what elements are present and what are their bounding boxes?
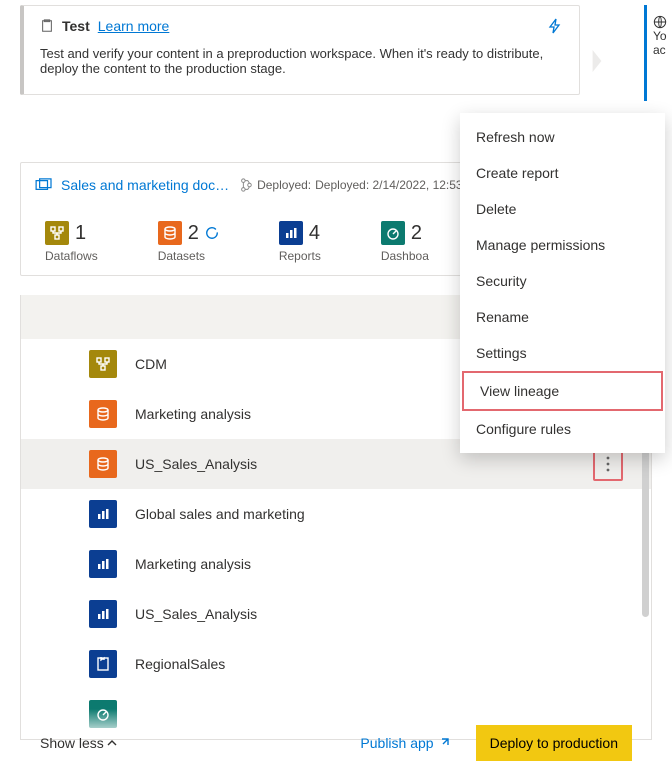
dataset-icon: [158, 221, 182, 245]
item-type-icon: [89, 650, 117, 678]
item-type-icon: [89, 450, 117, 478]
stat-dataflows: 1 Dataflows: [45, 221, 98, 263]
deploy-icon: [239, 178, 253, 192]
list-item[interactable]: US_Sales_Analysis: [21, 589, 651, 639]
item-name: Global sales and marketing: [135, 506, 305, 522]
clipboard-icon: [40, 19, 54, 33]
item-name: CDM: [135, 356, 167, 372]
workspace-name-link[interactable]: Sales and marketing doc…: [61, 177, 229, 193]
item-name: RegionalSales: [135, 656, 225, 672]
chevron-up-icon: [106, 737, 118, 749]
next-stage-text2: ac: [653, 43, 672, 57]
stat-datasets: 2 Datasets: [158, 221, 219, 263]
external-link-icon: [438, 737, 450, 749]
dashboard-icon: [381, 221, 405, 245]
publish-app-link[interactable]: Publish app: [360, 735, 449, 751]
item-name: Marketing analysis: [135, 406, 251, 422]
workspace-icon: [35, 178, 53, 192]
stat-reports: 4 Reports: [279, 221, 321, 263]
list-item[interactable]: Global sales and marketing: [21, 489, 651, 539]
item-type-icon: [89, 600, 117, 628]
item-type-icon: [89, 500, 117, 528]
bottom-bar: Show less Publish app Deploy to producti…: [20, 721, 652, 765]
item-name: Marketing analysis: [135, 556, 251, 572]
learn-more-link[interactable]: Learn more: [98, 18, 170, 34]
test-card-title: Test: [62, 18, 90, 34]
test-stage-card: Test Learn more Test and verify your con…: [20, 5, 580, 95]
item-context-menu: Refresh now Create report Delete Manage …: [460, 113, 665, 453]
test-card-header: Test Learn more: [40, 18, 563, 34]
menu-configure-rules[interactable]: Configure rules: [460, 411, 665, 447]
menu-create-report[interactable]: Create report: [460, 155, 665, 191]
chevron-right-icon[interactable]: [590, 50, 604, 72]
item-type-icon: [89, 550, 117, 578]
globe-icon: [653, 15, 672, 29]
menu-rename[interactable]: Rename: [460, 299, 665, 335]
lightning-icon[interactable]: [547, 18, 563, 34]
next-stage-text1: Yo: [653, 29, 672, 43]
deploy-to-production-button[interactable]: Deploy to production: [476, 725, 632, 761]
menu-refresh-now[interactable]: Refresh now: [460, 119, 665, 155]
stat-dashboards: 2 Dashboa: [381, 221, 429, 263]
menu-manage-permissions[interactable]: Manage permissions: [460, 227, 665, 263]
item-name: US_Sales_Analysis: [135, 606, 257, 622]
test-card-body: Test and verify your content in a prepro…: [40, 46, 563, 76]
report-icon: [279, 221, 303, 245]
menu-settings[interactable]: Settings: [460, 335, 665, 371]
menu-view-lineage[interactable]: View lineage: [462, 371, 663, 411]
refresh-spinner-icon: [205, 226, 219, 240]
item-type-icon: [89, 350, 117, 378]
dataflow-icon: [45, 221, 69, 245]
show-less-button[interactable]: Show less: [40, 735, 118, 751]
deployed-info: Deployed: Deployed: 2/14/2022, 12:53:5: [239, 178, 473, 192]
menu-delete[interactable]: Delete: [460, 191, 665, 227]
item-name: US_Sales_Analysis: [135, 456, 257, 472]
list-item[interactable]: RegionalSales: [21, 639, 651, 689]
next-stage-peek: Yo ac: [644, 5, 672, 101]
menu-security[interactable]: Security: [460, 263, 665, 299]
list-item[interactable]: Marketing analysis: [21, 539, 651, 589]
item-type-icon: [89, 400, 117, 428]
